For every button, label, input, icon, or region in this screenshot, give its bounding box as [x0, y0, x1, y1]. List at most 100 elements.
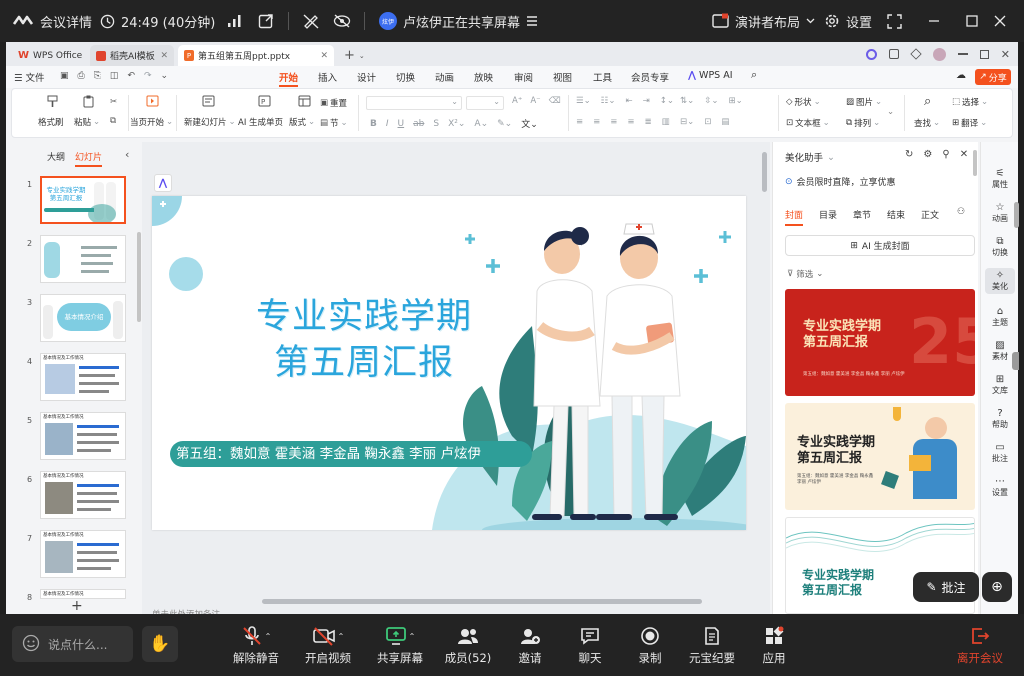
menu-insert[interactable]: 插入 [318, 70, 337, 84]
promo-banner[interactable]: ⊙ 会员限时直降，立享优惠 [785, 175, 896, 189]
slide-thumbnail-7[interactable]: 基本情况及工作情况 [40, 530, 126, 578]
select-button[interactable]: ⬚ 选择 ⌄ [952, 96, 988, 108]
find-icon[interactable]: ⌕ [924, 94, 931, 109]
columns-icon[interactable]: ▥ [662, 117, 670, 127]
menu-slideshow[interactable]: 放映 [474, 70, 493, 84]
panel-scrollbar[interactable] [137, 232, 141, 322]
shape-button[interactable]: ◇ 形状 ⌄ [786, 96, 821, 108]
gear-icon[interactable]: ⚙ [923, 149, 932, 160]
ai-single-button[interactable]: AI 生成单页 [238, 116, 283, 128]
new-slide-button[interactable]: 新建幻灯片 ⌄ [184, 116, 236, 128]
share-button[interactable]: ↗ 分享 [975, 69, 1011, 85]
menu-wps-ai[interactable]: ⋀ WPS AI [688, 70, 733, 81]
paste-icon[interactable] [82, 95, 95, 108]
font-color-icon[interactable]: A⌄ [474, 119, 488, 129]
layout-button[interactable]: 版式 ⌄ [289, 116, 315, 128]
find-button[interactable]: 查找 ⌄ [914, 117, 940, 129]
slide-thumbnail-3[interactable]: 基本情况介绍 [40, 294, 126, 342]
refresh-icon[interactable]: ↻ [905, 149, 913, 160]
smartart-icon[interactable]: ⊞⌄ [729, 96, 743, 106]
signal-icon[interactable] [227, 0, 243, 42]
copy-icon[interactable]: ⧉ [110, 116, 116, 126]
shadow-icon[interactable]: S [433, 119, 439, 129]
chat-input[interactable]: 说点什么... [12, 626, 133, 662]
align-center-icon[interactable]: ≡ [593, 117, 600, 127]
beautify-tab-end[interactable]: 结束 [887, 208, 905, 221]
superscript-icon[interactable]: X²⌄ [448, 119, 465, 129]
italic-icon[interactable]: I [386, 119, 389, 129]
current-slide[interactable]: 专业实践学期 第五周汇报 第五组：魏如意 霍美涵 李金晶 鞠永鑫 李丽 卢炫伊 [152, 196, 746, 530]
translate-button[interactable]: ⊞ 翻译 ⌄ [952, 117, 987, 129]
tab-pptx-file[interactable]: P 第五组第五周ppt.pptx ✕ [178, 45, 334, 66]
tab-slides[interactable]: 幻灯片 [75, 150, 103, 167]
beautify-tab-chapter[interactable]: 章节 [853, 208, 871, 221]
yuanbao-button[interactable]: 元宝纪要 [680, 624, 744, 666]
align-right-icon[interactable]: ≡ [610, 117, 617, 127]
minimize-icon[interactable] [928, 0, 940, 42]
no-annotate-icon[interactable] [302, 0, 320, 42]
menu-review[interactable]: 审阅 [514, 70, 533, 84]
add-slide-icon[interactable]: + [71, 598, 83, 614]
unmute-button[interactable]: ⌃ 解除静音 [224, 624, 288, 666]
bullet-list-icon[interactable]: ☰⌄ [576, 96, 591, 106]
apps-button[interactable]: 应用 [742, 624, 806, 666]
template-card-2[interactable]: 专业实践学期 第五周汇报 第五组：魏如意 霍美涵 李金晶 鞠永鑫 李丽 卢炫伊 [785, 403, 975, 510]
ai-single-icon[interactable]: P [258, 95, 271, 107]
align-left-icon[interactable]: ≡ [576, 117, 583, 127]
chevron-down-icon[interactable]: ⌄ [161, 71, 169, 81]
horizontal-scrollbar[interactable] [262, 599, 702, 604]
layout-button[interactable]: 演讲者布局 [712, 0, 815, 42]
vertical-align-icon[interactable]: ⊟⌄ [680, 117, 694, 127]
sidebar-collapse-handle[interactable] [1012, 352, 1019, 370]
share-screen-button[interactable]: ⌃ 共享屏幕 [368, 624, 432, 666]
tab-docer-ai[interactable]: 稻壳AI模板 ✕ [90, 45, 174, 66]
indent-icon[interactable]: ⇥ [643, 96, 650, 106]
slide-thumbnail-8[interactable]: 基本情况及工作情况 [40, 589, 126, 599]
raise-hand-icon[interactable]: ✋ [142, 626, 178, 662]
menu-member[interactable]: 会员专享 [631, 70, 669, 84]
cube-icon[interactable] [910, 48, 922, 60]
tile-icon[interactable] [888, 49, 899, 59]
reset-button[interactable]: ▣ 重置 [320, 97, 347, 109]
meeting-details-button[interactable]: 会议详情 [12, 0, 92, 42]
print-icon[interactable]: ⎘ [94, 71, 101, 81]
collapse-panel-icon[interactable]: ‹ [125, 148, 129, 161]
slide-title-line2[interactable]: 第五周汇报 [238, 340, 490, 386]
annotate-button[interactable]: ✎ 批注 [913, 572, 979, 602]
shrink-font-icon[interactable]: A⁻ [530, 96, 540, 106]
user-icon[interactable]: ⚇ [957, 207, 965, 217]
redo-icon[interactable]: ↷ [144, 71, 152, 81]
convert-icon[interactable]: ⊡ [704, 117, 711, 127]
member-names[interactable]: 第五组：魏如意 霍美涵 李金晶 鞠永鑫 李丽 卢炫伊 [176, 445, 538, 463]
slide-thumbnail-1[interactable]: 专业实践学期 第五周汇报 [40, 176, 126, 224]
restore-icon[interactable] [979, 49, 989, 59]
menu-design[interactable]: 设计 [357, 70, 376, 84]
outdent-icon[interactable]: ⇤ [626, 96, 633, 106]
beautify-tab-cover[interactable]: 封面 [785, 208, 804, 226]
play-current-icon[interactable] [146, 95, 159, 107]
slide-thumbnail-6[interactable]: 基本情况及工作情况 [40, 471, 126, 519]
sidebar-item-theme[interactable]: ⌂ 主题 [981, 306, 1019, 328]
search-icon[interactable]: ⌕ [751, 68, 757, 82]
textbox-button[interactable]: ⊡ 文本框 ⌄ [786, 117, 830, 129]
picture-button[interactable]: ▨ 图片 ⌄ [846, 96, 882, 108]
format-painter-button[interactable]: 格式刷 [38, 116, 64, 128]
bold-icon[interactable]: B [370, 119, 377, 129]
settings-button[interactable]: 设置 [824, 0, 872, 42]
video-button[interactable]: ⌃ 开启视频 [296, 624, 360, 666]
record-button[interactable]: 录制 [618, 624, 682, 666]
layout-icon[interactable] [298, 95, 311, 107]
sidebar-item-library[interactable]: ⊞ 文库 [981, 374, 1019, 396]
fullscreen-icon[interactable] [887, 0, 902, 42]
wps-ai-float-icon[interactable]: ⋀ [154, 174, 172, 192]
sidebar-item-transition[interactable]: ⧉ 切换 [981, 236, 1019, 258]
leave-meeting-button[interactable]: 离开会议 [948, 624, 1012, 666]
menu-tools[interactable]: 工具 [593, 70, 612, 84]
tab-wps-office[interactable]: W WPS Office [12, 45, 86, 66]
sidebar-item-beautify[interactable]: ✧ 美化 [985, 268, 1015, 294]
close-icon[interactable]: ✕ [1001, 48, 1010, 61]
grow-font-icon[interactable]: A⁺ [512, 96, 522, 106]
save-icon[interactable]: ▣ [60, 71, 69, 81]
vertical-scrollbar[interactable] [762, 152, 767, 192]
undo-icon[interactable]: ↶ [127, 71, 135, 81]
